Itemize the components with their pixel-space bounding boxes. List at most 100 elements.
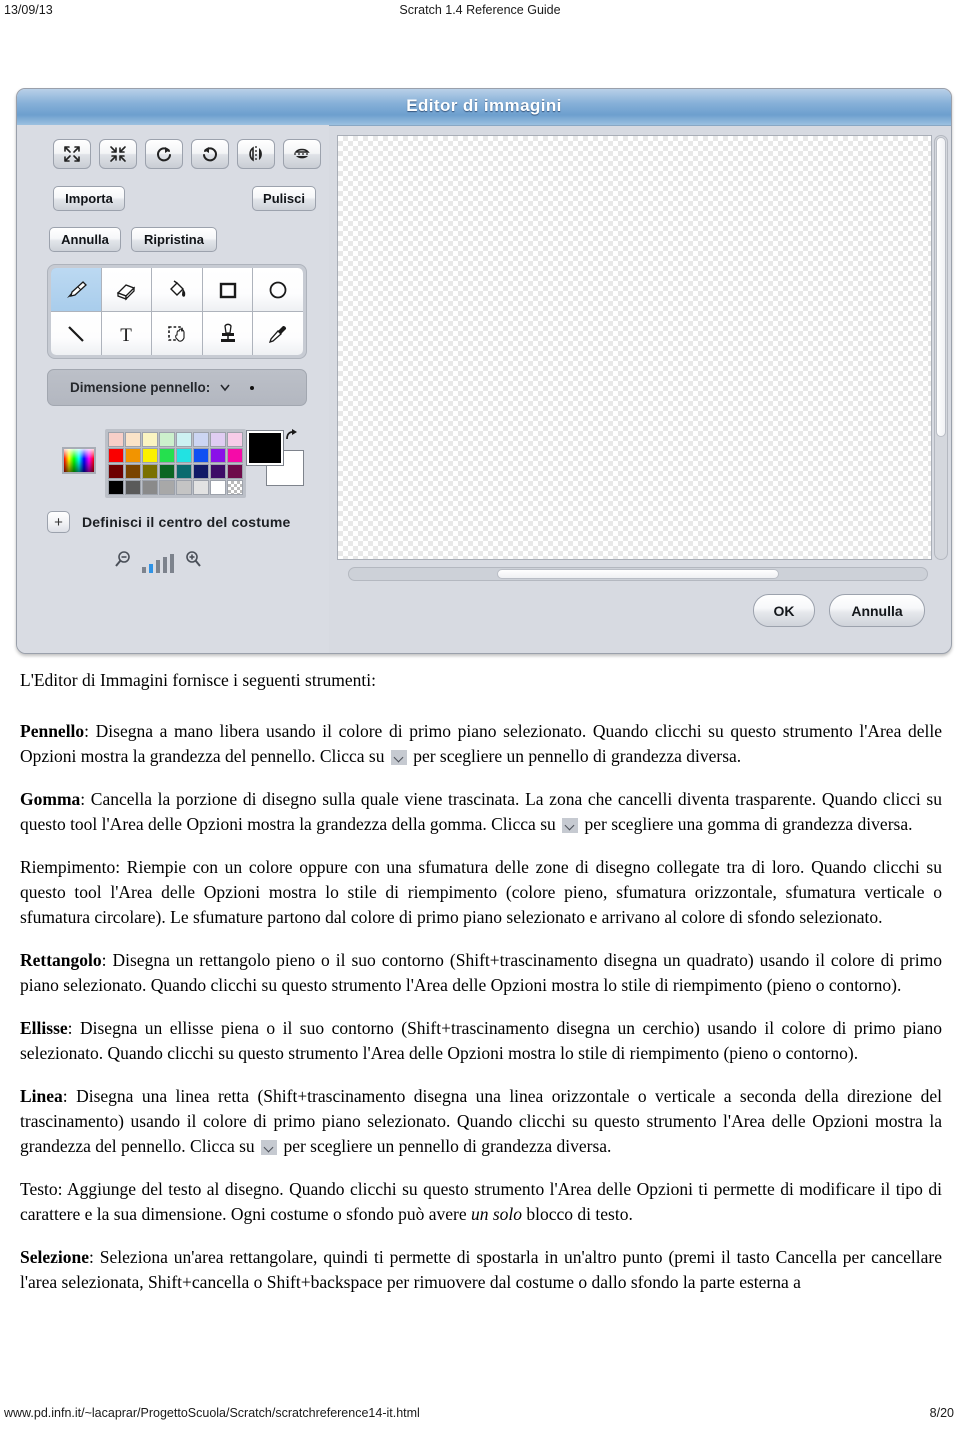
drawing-canvas[interactable]	[337, 135, 932, 560]
paragraph-term: Linea	[20, 1086, 63, 1106]
select-tool[interactable]	[152, 312, 202, 355]
color-swatch[interactable]	[125, 464, 141, 479]
color-swatch[interactable]	[159, 448, 175, 463]
rotate-cw-icon[interactable]	[145, 139, 183, 169]
color-swatch[interactable]	[210, 480, 226, 495]
color-swatch[interactable]	[159, 464, 175, 479]
paragraph-gomma: Gomma: Cancella la porzione di disegno s…	[20, 789, 942, 834]
paragraph-pennello: Pennello: Disegna a mano libera usando i…	[20, 721, 942, 766]
color-swatch[interactable]	[193, 464, 209, 479]
color-swatch[interactable]	[227, 448, 243, 463]
image-editor-window: Editor di immagini Importa Pulisci Annul…	[16, 88, 952, 654]
text-tool[interactable]: T	[101, 312, 152, 355]
paragraph-selezione: Selezione: Seleziona un'area rettangolar…	[20, 1247, 942, 1292]
zoom-level-bar[interactable]	[156, 560, 160, 573]
color-swatch[interactable]	[142, 448, 158, 463]
clear-button[interactable]: Pulisci	[252, 186, 316, 211]
foreground-color-swatch[interactable]	[246, 430, 284, 466]
color-swatch[interactable]	[210, 464, 226, 479]
line-tool[interactable]	[51, 312, 101, 355]
paragraph-term: Selezione	[20, 1247, 90, 1267]
transform-button-row	[53, 139, 321, 169]
paragraph-linea: Linea: Disegna una linea retta (Shift+tr…	[20, 1086, 942, 1156]
shrink-icon[interactable]	[99, 139, 137, 169]
vertical-scrollbar-thumb[interactable]	[936, 137, 946, 437]
eyedropper-tool[interactable]	[253, 312, 303, 355]
zoom-level-bars[interactable]	[142, 554, 174, 573]
paragraph-term: Ellisse	[20, 1018, 68, 1038]
zoom-in-icon[interactable]	[183, 550, 203, 575]
color-swatch[interactable]	[142, 432, 158, 447]
page-header: 13/09/13 Scratch 1.4 Reference Guide	[0, 0, 960, 24]
svg-text:T: T	[121, 325, 133, 346]
footer-url: www.pd.infn.it/~lacaprar/ProgettoScuola/…	[4, 1406, 420, 1420]
redo-button[interactable]: Ripristina	[131, 227, 217, 252]
horizontal-scrollbar-thumb[interactable]	[497, 569, 779, 579]
paragraph-term: Gomma	[20, 789, 81, 809]
flip-vertical-icon[interactable]	[283, 139, 321, 169]
grow-icon[interactable]	[53, 139, 91, 169]
editor-left-panel: Importa Pulisci Annulla Ripristina T Dim…	[17, 125, 329, 653]
paragraph-riempimento: Riempimento: Riempie con un colore oppur…	[20, 857, 942, 927]
paragraph-term: Pennello	[20, 721, 85, 741]
color-section	[35, 425, 325, 498]
editor-title: Editor di immagini	[406, 96, 562, 115]
color-swatch[interactable]	[108, 448, 124, 463]
color-swatch[interactable]	[176, 480, 192, 495]
editor-title-bar: Editor di immagini	[17, 89, 951, 126]
eraser-tool[interactable]	[101, 268, 152, 311]
ellipse-tool[interactable]	[253, 268, 303, 311]
fill-tool[interactable]	[152, 268, 202, 311]
color-swatch[interactable]	[159, 432, 175, 447]
foreground-background-swatches	[246, 428, 309, 491]
color-swatch[interactable]	[108, 432, 124, 447]
swap-colors-icon[interactable]	[283, 428, 301, 449]
color-picker-swatch[interactable]	[62, 447, 96, 474]
cancel-button[interactable]: Annulla	[829, 594, 925, 627]
rotate-ccw-icon[interactable]	[191, 139, 229, 169]
color-swatch[interactable]	[108, 464, 124, 479]
color-swatch[interactable]	[142, 464, 158, 479]
costume-center-row[interactable]: + Definisci il centro del costume	[47, 511, 290, 533]
zoom-level-bar[interactable]	[163, 557, 167, 573]
undo-button[interactable]: Annulla	[49, 227, 121, 252]
header-title: Scratch 1.4 Reference Guide	[399, 3, 561, 17]
chevron-down-icon[interactable]	[219, 379, 231, 397]
color-swatch[interactable]	[227, 480, 243, 495]
color-swatch[interactable]	[159, 480, 175, 495]
zoom-level-bar[interactable]	[170, 554, 174, 573]
brush-size-label: Dimensione pennello:	[70, 380, 211, 395]
zoom-level-bar[interactable]	[149, 563, 153, 573]
color-swatch[interactable]	[227, 464, 243, 479]
import-button[interactable]: Importa	[53, 186, 125, 211]
brush-tool[interactable]	[51, 268, 101, 311]
zoom-out-icon[interactable]	[113, 550, 133, 575]
ok-button[interactable]: OK	[753, 594, 815, 627]
color-swatch[interactable]	[125, 432, 141, 447]
rectangle-tool[interactable]	[202, 268, 253, 311]
color-swatch[interactable]	[142, 480, 158, 495]
flip-horizontal-icon[interactable]	[237, 139, 275, 169]
paragraph-testo: Testo: Aggiunge del testo al disegno. Qu…	[20, 1179, 942, 1224]
color-swatch[interactable]	[125, 480, 141, 495]
color-swatch[interactable]	[210, 448, 226, 463]
color-swatch[interactable]	[227, 432, 243, 447]
stamp-tool[interactable]	[202, 312, 253, 355]
canvas-horizontal-scrollbar[interactable]	[348, 567, 928, 581]
chevron-down-icon	[261, 1140, 278, 1155]
brush-size-bar: Dimensione pennello:	[47, 369, 307, 406]
color-swatch[interactable]	[210, 432, 226, 447]
canvas-vertical-scrollbar[interactable]	[934, 135, 948, 560]
color-swatch[interactable]	[193, 432, 209, 447]
color-swatch[interactable]	[125, 448, 141, 463]
tool-palette: T	[47, 264, 307, 359]
color-swatch[interactable]	[108, 480, 124, 495]
color-swatch[interactable]	[176, 432, 192, 447]
zoom-level-bar[interactable]	[142, 566, 146, 573]
color-swatch[interactable]	[176, 464, 192, 479]
intro-paragraph: L'Editor di Immagini fornisce i seguenti…	[20, 670, 376, 690]
color-swatch[interactable]	[176, 448, 192, 463]
color-swatch[interactable]	[193, 480, 209, 495]
plus-icon[interactable]: +	[47, 511, 70, 533]
color-swatch[interactable]	[193, 448, 209, 463]
